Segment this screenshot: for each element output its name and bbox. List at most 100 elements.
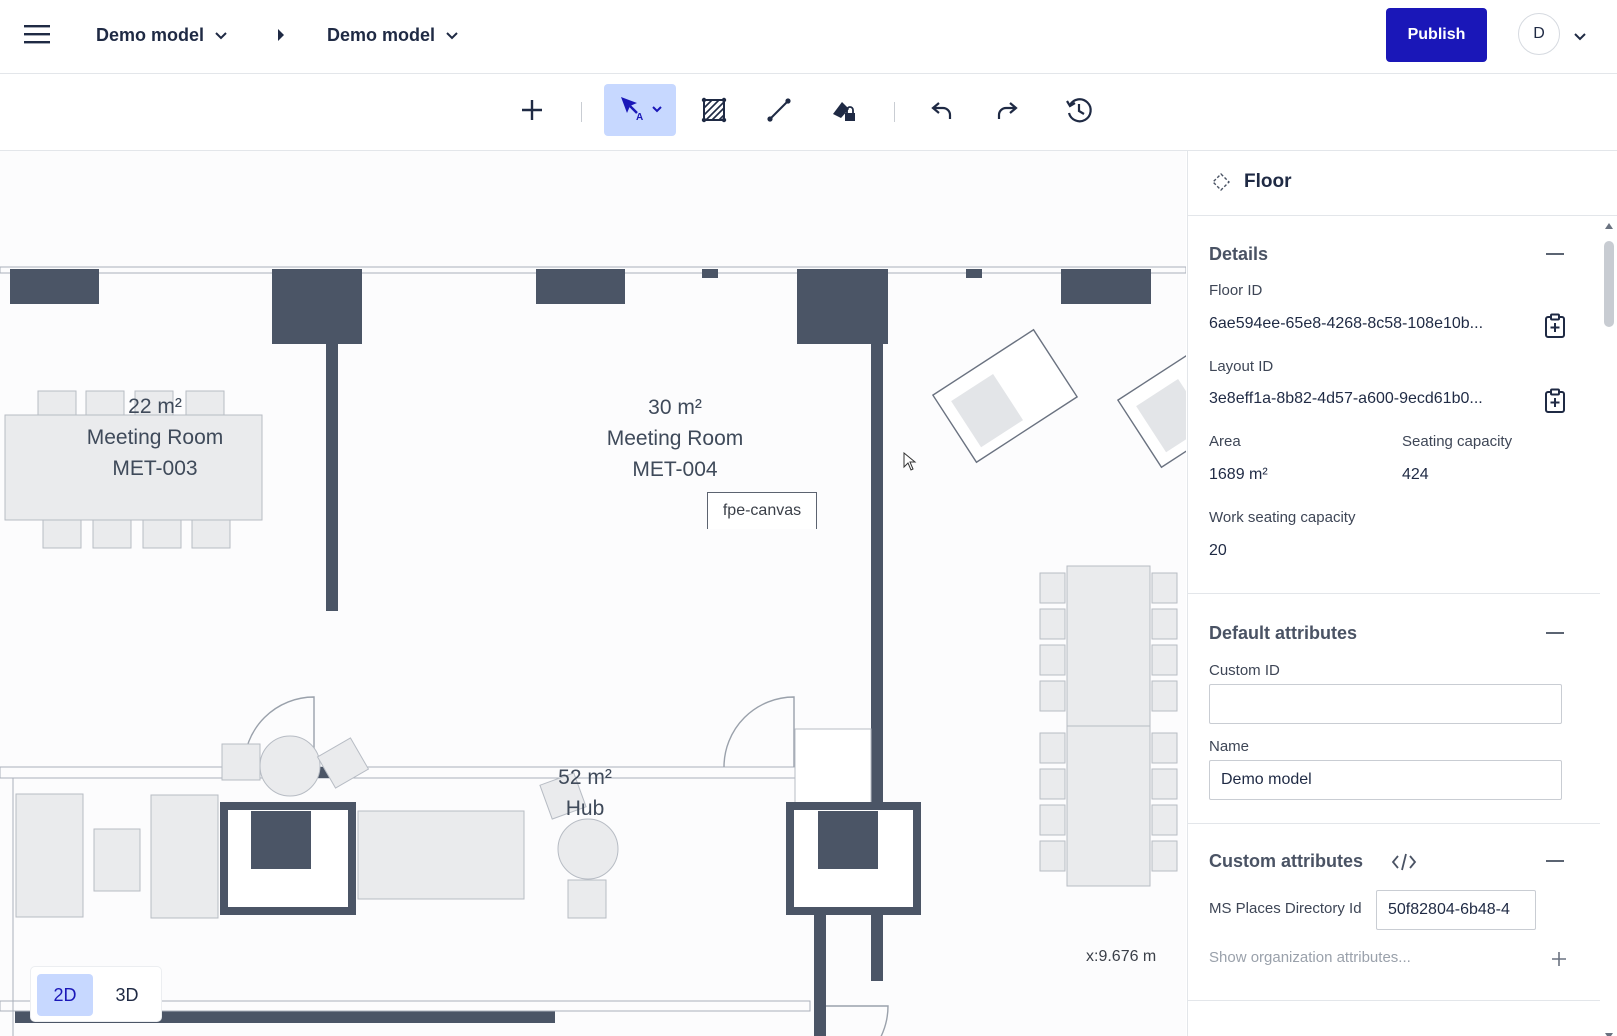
- area-value: 1689 m²: [1209, 466, 1268, 483]
- seating-capacity-value: 424: [1402, 466, 1429, 483]
- room-area: 22 m²: [128, 395, 182, 418]
- section-divider: [1188, 823, 1600, 824]
- chevron-down-icon: [651, 101, 663, 119]
- room-code: MET-003: [112, 457, 198, 480]
- toolbar-divider: [581, 102, 582, 122]
- floor-id-value: 6ae594ee-65e8-4268-8c58-108e10b...: [1209, 315, 1484, 332]
- chevron-down-icon[interactable]: [1573, 29, 1587, 47]
- column: [272, 269, 362, 344]
- toolbar: A: [0, 74, 1617, 151]
- breadcrumb-floor[interactable]: Demo model: [327, 20, 459, 50]
- chevron-down-icon: [214, 25, 228, 46]
- wall: [0, 766, 871, 779]
- add-icon[interactable]: [1551, 951, 1567, 972]
- properties-panel: Floor Details Floor ID 6ae594ee-65e8-426…: [1187, 151, 1617, 1036]
- view-2d-button[interactable]: 2D: [37, 974, 93, 1016]
- breadcrumb-floor-label: Demo model: [327, 24, 436, 45]
- collapse-details-button[interactable]: [1544, 243, 1566, 265]
- room-type: Hub: [565, 797, 605, 820]
- default-attributes-title: Default attributes: [1209, 623, 1358, 643]
- scroll-up-icon[interactable]: [1604, 217, 1614, 235]
- avatar[interactable]: D: [1518, 13, 1560, 55]
- copy-clipboard-icon[interactable]: [1543, 313, 1567, 339]
- room-label-hub: 52 m² Hub: [535, 762, 635, 824]
- select-tool-button[interactable]: A: [604, 84, 676, 136]
- svg-text:A: A: [636, 112, 643, 123]
- lock-fill-icon[interactable]: [818, 84, 870, 136]
- room-label-met-004: 30 m² Meeting Room MET-004: [575, 392, 775, 485]
- room-area: 52 m²: [558, 766, 612, 789]
- scroll-thumb[interactable]: [1604, 241, 1614, 327]
- view-3d-button[interactable]: 3D: [99, 974, 155, 1016]
- custom-id-input[interactable]: [1209, 684, 1562, 724]
- select-icon: A: [617, 93, 651, 128]
- scroll-down-icon[interactable]: [1604, 1027, 1614, 1036]
- lounge-chair: [931, 328, 1079, 464]
- room-label-met-003: 22 m² Meeting Room MET-003: [55, 391, 255, 484]
- history-icon[interactable]: [1053, 84, 1105, 136]
- chair: [191, 519, 231, 549]
- core-block: [251, 811, 311, 869]
- toolbar-divider: [894, 102, 895, 122]
- breadcrumb-building[interactable]: Demo model: [96, 20, 228, 50]
- mouse-cursor-icon: [903, 451, 917, 477]
- redo-icon[interactable]: [981, 84, 1033, 136]
- breadcrumb-building-label: Demo model: [96, 24, 205, 45]
- column: [10, 269, 99, 304]
- wall: [326, 341, 338, 611]
- work-seating-value: 20: [1209, 542, 1227, 559]
- name-label: Name: [1209, 738, 1250, 755]
- menu-icon[interactable]: [24, 22, 52, 46]
- section-divider: [1188, 593, 1600, 594]
- panel-scrollbar[interactable]: [1600, 215, 1617, 1036]
- room-code: MET-004: [632, 458, 718, 481]
- seating-capacity-label: Seating capacity: [1402, 433, 1513, 450]
- panel-title: Floor: [1244, 171, 1292, 192]
- column: [1061, 269, 1151, 304]
- copy-clipboard-icon[interactable]: [1543, 388, 1567, 414]
- chevron-down-icon: [445, 25, 459, 46]
- details-section-title: Details: [1209, 244, 1269, 264]
- area-hatch-icon[interactable]: [688, 84, 740, 136]
- code-icon[interactable]: [1391, 852, 1417, 877]
- collapse-default-attributes-button[interactable]: [1544, 622, 1566, 644]
- column: [797, 269, 888, 344]
- work-seating-label: Work seating capacity: [1209, 509, 1356, 526]
- wall: [814, 911, 826, 1036]
- core-block: [818, 811, 878, 869]
- add-icon[interactable]: [506, 84, 558, 136]
- desk-cluster: [1039, 565, 1178, 887]
- layout-id-value: 3e8eff1a-8b82-4d57-a600-9ecd61b0...: [1209, 390, 1483, 407]
- room-type: Meeting Room: [606, 427, 744, 450]
- name-input[interactable]: [1209, 760, 1562, 800]
- hub-furniture: [15, 728, 872, 919]
- room-area: 30 m²: [648, 396, 702, 419]
- ms-places-input[interactable]: [1376, 890, 1536, 930]
- show-organization-attributes-link[interactable]: Show organization attributes...: [1209, 949, 1411, 966]
- custom-attributes-title: Custom attributes: [1209, 851, 1364, 871]
- undo-icon[interactable]: [916, 84, 968, 136]
- custom-id-label: Custom ID: [1209, 662, 1280, 679]
- floor-plan-drawing: [0, 266, 1186, 1036]
- breadcrumb-separator-icon: [276, 28, 286, 47]
- section-divider: [1188, 1000, 1600, 1001]
- column: [966, 269, 982, 278]
- door-swing: [723, 696, 795, 768]
- door-swing: [818, 1005, 889, 1036]
- collapse-custom-attributes-button[interactable]: [1544, 850, 1566, 872]
- area-label: Area: [1209, 433, 1241, 450]
- chair: [92, 519, 132, 549]
- ms-places-label: MS Places Directory Id: [1209, 900, 1362, 917]
- publish-button[interactable]: Publish: [1386, 8, 1487, 62]
- chair: [142, 519, 182, 549]
- view-mode-toggle: 2D 3D: [31, 967, 161, 1021]
- lounge-chair: [1116, 333, 1186, 469]
- chair: [42, 519, 82, 549]
- app-header: Demo model Demo model Publish D: [0, 0, 1617, 74]
- line-icon[interactable]: [753, 84, 805, 136]
- column: [702, 269, 718, 278]
- floor-plan-canvas[interactable]: 22 m² Meeting Room MET-003 30 m² Meeting…: [0, 151, 1186, 1036]
- panel-header: Floor: [1188, 151, 1617, 216]
- layout-id-label: Layout ID: [1209, 358, 1274, 375]
- room-type: Meeting Room: [86, 426, 224, 449]
